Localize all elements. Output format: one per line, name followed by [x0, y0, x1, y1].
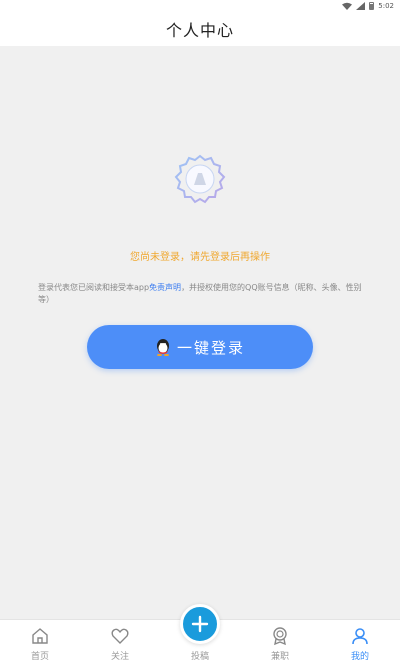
disclaimer-link[interactable]: 免责声明 — [149, 283, 181, 292]
tab-label-follow: 关注 — [110, 652, 129, 662]
heart-icon — [111, 628, 129, 644]
login-notice: 您尚未登录，请先登录后再操作 — [130, 252, 270, 263]
agreement-prefix: 登录代表您已阅读和接受本app — [38, 283, 150, 292]
qq-login-button[interactable]: 一键登录 — [87, 325, 313, 369]
qq-icon — [156, 339, 169, 356]
tab-mine[interactable]: 我的 — [320, 620, 400, 666]
shield-badge-icon — [174, 154, 226, 204]
main-content: 您尚未登录，请先登录后再操作 登录代表您已阅读和接受本app免责声明，并授权使用… — [0, 46, 400, 619]
status-bar: 5:02 — [0, 0, 400, 12]
status-icons: 5:02 — [342, 1, 394, 11]
agreement-text: 登录代表您已阅读和接受本app免责声明，并授权使用您的QQ账号信息（昵称、头像、… — [38, 282, 364, 306]
battery-icon — [369, 2, 375, 10]
header: 个人中心 — [0, 12, 400, 46]
tab-parttime[interactable]: 兼职 — [240, 620, 320, 666]
status-time: 5:02 — [378, 2, 394, 10]
add-post-button[interactable] — [180, 604, 220, 644]
signal-icon — [356, 2, 366, 10]
tab-label-parttime: 兼职 — [270, 652, 289, 662]
user-icon — [352, 628, 368, 645]
badge-icon — [273, 627, 287, 646]
page-title: 个人中心 — [165, 21, 234, 40]
wifi-icon — [342, 2, 353, 10]
home-icon — [32, 628, 48, 644]
tab-label-submit: 投稿 — [190, 652, 209, 662]
tab-follow[interactable]: 关注 — [80, 620, 160, 666]
tab-label-mine: 我的 — [350, 652, 369, 662]
plus-icon — [191, 615, 209, 633]
tab-home[interactable]: 首页 — [0, 620, 80, 666]
tab-label-home: 首页 — [30, 652, 49, 662]
login-button-label: 一键登录 — [176, 338, 245, 357]
